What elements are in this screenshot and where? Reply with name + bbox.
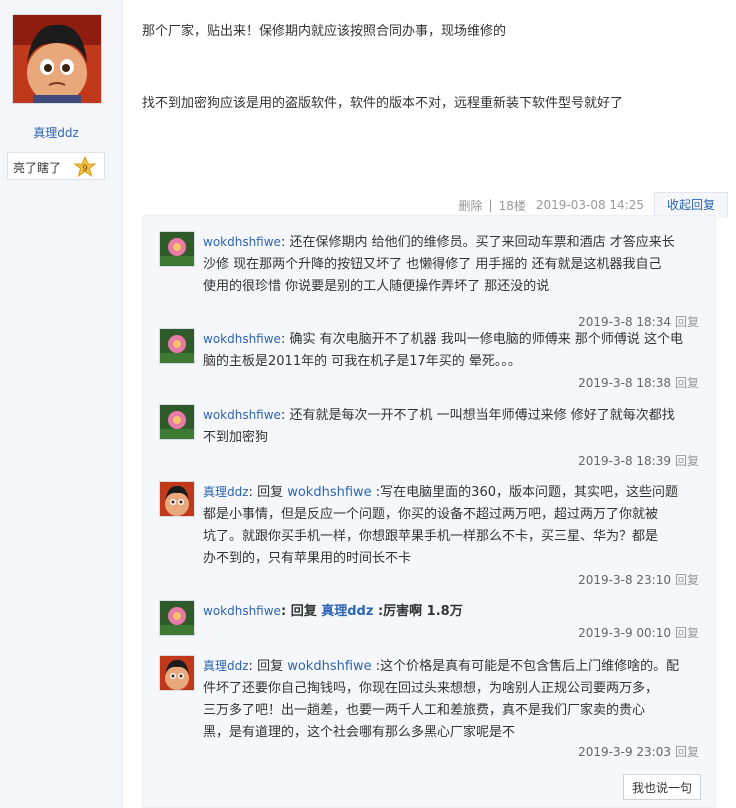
reply-word: 回复 bbox=[257, 659, 284, 674]
reply-avatar[interactable] bbox=[159, 328, 195, 364]
author-sidebar: 真理ddz 亮了瞎了 9 bbox=[0, 0, 123, 808]
minion-avatar-icon bbox=[160, 656, 194, 690]
reply-username[interactable]: wokdhshfiwe bbox=[203, 408, 281, 422]
reply-meta: 2019-3-8 23:10 回复 bbox=[578, 571, 699, 588]
reply-line: 脑的主板是2011年的 可我在机子是17年买的 晕死。。。 bbox=[203, 354, 521, 369]
reply-avatar[interactable] bbox=[159, 231, 195, 267]
reply-target-link[interactable]: wokdhshfiwe bbox=[287, 659, 371, 674]
reply-line: 黑，是有道理的，这个社会哪有那么多黑心厂家呢是不 bbox=[203, 725, 516, 740]
reply-line: 还有就是每次一开不了机 一叫想当年师傅过来修 修好了就每次都找 bbox=[289, 408, 675, 423]
reply-text: wokdhshfiwe: 回复 真理ddz :厉害啊 1.8万 bbox=[203, 604, 463, 619]
reply-text: 真理ddz: 回复 wokdhshfiwe :这个价格是真有可能是不包含售后上门… bbox=[203, 659, 680, 740]
reply-time: 2019-3-9 00:10 bbox=[578, 626, 671, 640]
reply-avatar[interactable] bbox=[159, 404, 195, 440]
reply-line: :厉害啊 1.8万 bbox=[377, 604, 463, 619]
reply-username[interactable]: wokdhshfiwe bbox=[203, 332, 281, 346]
reply-word: 回复 bbox=[290, 604, 317, 619]
reply-username[interactable]: 真理ddz bbox=[203, 485, 249, 499]
lotus-avatar-icon bbox=[160, 329, 194, 363]
reply-line: :这个价格是真有可能是不包含售后上门维修啥的。配 bbox=[375, 659, 680, 674]
minion-avatar-icon bbox=[160, 482, 194, 516]
reply-text: 真理ddz: 回复 wokdhshfiwe :写在电脑里面的360，版本问题，其… bbox=[203, 485, 678, 566]
reply-time: 2019-3-8 18:34 bbox=[578, 315, 671, 329]
say-something-button[interactable]: 我也说一句 bbox=[623, 774, 701, 800]
reply-word: 回复 bbox=[257, 485, 284, 500]
post-text-line: 找不到加密狗应该是用的盗版软件，软件的版本不对，远程重新装下软件型号就好了 bbox=[142, 96, 624, 111]
reply-text: wokdhshfiwe: 还有就是每次一开不了机 一叫想当年师傅过来修 修好了就… bbox=[203, 408, 675, 445]
author-avatar[interactable] bbox=[12, 14, 102, 104]
reply-meta: 2019-3-8 18:38 回复 bbox=[578, 374, 699, 391]
reply-username[interactable]: 真理ddz bbox=[203, 659, 249, 673]
lotus-avatar-icon bbox=[160, 601, 194, 635]
reply-line: 件坏了还要你自己掏钱吗，你现在回过头来想想，为啥别人正规公司要两万多， bbox=[203, 681, 659, 696]
reply-avatar[interactable] bbox=[159, 600, 195, 636]
delete-link[interactable]: 删除 bbox=[459, 197, 483, 214]
rank-box: 亮了瞎了 9 bbox=[7, 152, 105, 180]
reply-line: 还在保修期内 给他们的维修员。买了来回动车票和酒店 才答应来长 bbox=[289, 235, 675, 250]
reply-meta: 2019-3-8 18:39 回复 bbox=[578, 452, 699, 469]
reply-line: 三万多了吧！出一趟差，也要一两千人工和差旅费，真不是我们厂家卖的贵心 bbox=[203, 703, 646, 718]
reply-target-link[interactable]: wokdhshfiwe bbox=[287, 485, 371, 500]
reply-line: 不到加密狗 bbox=[203, 430, 269, 445]
reply-panel: wokdhshfiwe: 还在保修期内 给他们的维修员。买了来回动车票和酒店 才… bbox=[142, 215, 716, 808]
rank-star-icon: 9 bbox=[74, 156, 96, 178]
reply-button[interactable]: 回复 bbox=[675, 573, 699, 587]
meta-separator: | bbox=[488, 198, 493, 212]
reply-button[interactable]: 回复 bbox=[675, 376, 699, 390]
reply-line: 使用的很珍惜 你说要是别的工人随便操作弄坏了 那还没的说 bbox=[203, 279, 550, 294]
reply-meta: 2019-3-9 00:10 回复 bbox=[578, 624, 699, 641]
reply-avatar[interactable] bbox=[159, 481, 195, 517]
reply-meta: 2019-3-9 23:03 回复 bbox=[578, 743, 699, 760]
reply-text: wokdhshfiwe: 还在保修期内 给他们的维修员。买了来回动车票和酒店 才… bbox=[203, 235, 675, 294]
post-text-line: 那个厂家，贴出来！保修期内就应该按照合同办事，现场维修的 bbox=[142, 24, 507, 39]
reply-time: 2019-3-8 23:10 bbox=[578, 573, 671, 587]
reply-button[interactable]: 回复 bbox=[675, 315, 699, 329]
reply-button[interactable]: 回复 bbox=[675, 626, 699, 640]
reply-line: 坑了。就跟你买手机一样，你想跟苹果手机一样那么不卡，买三星、华为？都是 bbox=[203, 529, 659, 544]
author-name-link[interactable]: 真理ddz bbox=[0, 124, 112, 141]
minion-avatar-icon bbox=[13, 15, 101, 103]
rank-level: 9 bbox=[82, 164, 88, 174]
reply-time: 2019-3-9 23:03 bbox=[578, 745, 671, 759]
reply-time: 2019-3-8 18:38 bbox=[578, 376, 671, 390]
reply-line: 确实 有次电脑开不了机器 我叫一修电脑的师傅来 那个师傅说 这个电 bbox=[289, 332, 683, 347]
reply-line: 都是小事情，但是反应一个问题，你买的设备不超过两万吧，超过两万了你就被 bbox=[203, 507, 659, 522]
reply-text: wokdhshfiwe: 确实 有次电脑开不了机器 我叫一修电脑的师傅来 那个师… bbox=[203, 332, 683, 369]
reply-username[interactable]: wokdhshfiwe bbox=[203, 235, 281, 249]
reply-line: :写在电脑里面的360，版本问题，其实吧，这些问题 bbox=[375, 485, 678, 500]
lotus-avatar-icon bbox=[160, 232, 194, 266]
reply-username[interactable]: wokdhshfiwe bbox=[203, 604, 281, 618]
lotus-avatar-icon bbox=[160, 405, 194, 439]
reply-button[interactable]: 回复 bbox=[675, 745, 699, 759]
reply-line: 沙修 现在那两个升降的按钮又坏了 也懒得修了 用手摇的 还有就是这机器我自己 bbox=[203, 257, 662, 272]
reply-time: 2019-3-8 18:39 bbox=[578, 454, 671, 468]
reply-button[interactable]: 回复 bbox=[675, 454, 699, 468]
reply-line: 办不到的，只有苹果用的时间长不卡 bbox=[203, 551, 412, 566]
reply-avatar[interactable] bbox=[159, 655, 195, 691]
floor-number: 18楼 bbox=[498, 198, 526, 213]
rank-label: 亮了瞎了 bbox=[13, 161, 62, 175]
post-floor: 真理ddz 亮了瞎了 9 那个厂家，贴出来！保修期内就应该按照合同办事，现场维修… bbox=[0, 0, 736, 808]
post-time: 2019-03-08 14:25 bbox=[535, 198, 644, 212]
reply-target-link[interactable]: 真理ddz bbox=[321, 604, 373, 619]
